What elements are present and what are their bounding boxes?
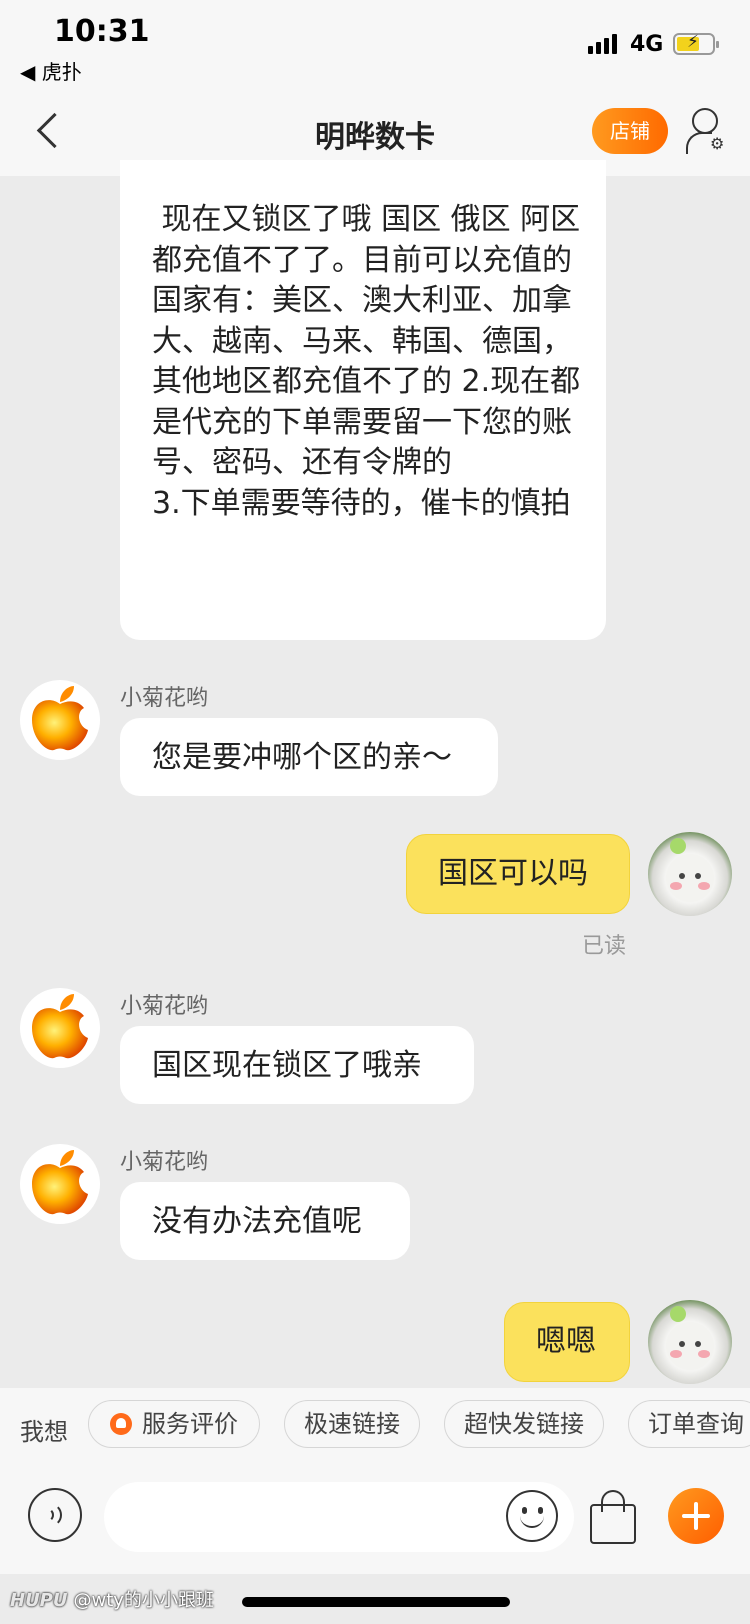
input-bar — [0, 1474, 750, 1574]
status-time: 10:31 — [54, 14, 150, 49]
chip-order-query[interactable]: 订单查询 — [628, 1400, 750, 1448]
voice-input-icon[interactable] — [28, 1488, 82, 1542]
user-avatar[interactable] — [648, 832, 732, 916]
review-icon — [110, 1413, 132, 1435]
cat-avatar-icon — [666, 838, 714, 902]
chip-label: 超快发链接 — [464, 1410, 584, 1438]
message-text: 现在又锁区了哦 国区 俄区 阿区都充值不了了。目前可以充值的国家有：美区、澳大利… — [152, 202, 581, 521]
seller-avatar[interactable] — [20, 988, 100, 1068]
emoji-icon[interactable] — [506, 1490, 558, 1542]
apple-logo-icon — [32, 994, 88, 1059]
home-indicator[interactable] — [242, 1597, 510, 1607]
signal-icon — [588, 34, 618, 54]
chip-super-fast-link[interactable]: 超快发链接 — [444, 1400, 604, 1448]
network-label: 4G — [630, 32, 664, 57]
sender-name: 小菊花哟 — [120, 994, 209, 1019]
read-status: 已读 — [582, 934, 627, 959]
watermark-handle: @wty的小小跟班 — [73, 1590, 214, 1611]
cat-avatar-icon — [666, 1306, 714, 1370]
user-avatar[interactable] — [648, 1300, 732, 1384]
chip-service-review[interactable]: 服务评价 — [88, 1400, 260, 1448]
shop-button[interactable]: 店铺 — [592, 108, 668, 154]
seller-avatar[interactable] — [20, 1144, 100, 1224]
message-text: 没有办法充值呢 — [152, 1204, 362, 1239]
user-settings-icon[interactable]: ⚙ — [686, 106, 730, 156]
apple-logo-icon — [32, 1150, 88, 1215]
plus-icon[interactable] — [668, 1488, 724, 1544]
chip-label: 服务评价 — [142, 1410, 238, 1438]
watermark-brand: HUPU — [10, 1590, 68, 1611]
message-text: 国区可以吗 — [438, 856, 588, 891]
chip-label: 极速链接 — [304, 1410, 400, 1438]
quick-action-prefix: 我想 — [20, 1418, 68, 1446]
message-text: 嗯嗯 — [536, 1324, 596, 1359]
sender-name: 小菊花哟 — [120, 686, 209, 711]
seller-avatar[interactable] — [20, 680, 100, 760]
message-text: 您是要冲哪个区的亲～ — [152, 740, 452, 775]
apple-logo-icon — [32, 686, 88, 751]
message-input[interactable] — [104, 1482, 574, 1552]
battery-icon: ⚡ — [673, 32, 719, 55]
status-bar: 10:31 ◀ 虎扑 4G ⚡ — [0, 0, 750, 88]
chip-fast-link[interactable]: 极速链接 — [284, 1400, 420, 1448]
sender-name: 小菊花哟 — [120, 1150, 209, 1175]
back-to-app-link[interactable]: ◀ 虎扑 — [20, 56, 82, 85]
shopping-bag-icon[interactable] — [588, 1488, 638, 1546]
chip-label: 订单查询 — [648, 1410, 744, 1438]
watermark: HUPU @wty的小小跟班 — [10, 1586, 214, 1612]
quick-action-bar: 我想 服务评价 极速链接 超快发链接 订单查询 — [0, 1388, 750, 1474]
message-text: 国区现在锁区了哦亲 — [152, 1048, 422, 1083]
